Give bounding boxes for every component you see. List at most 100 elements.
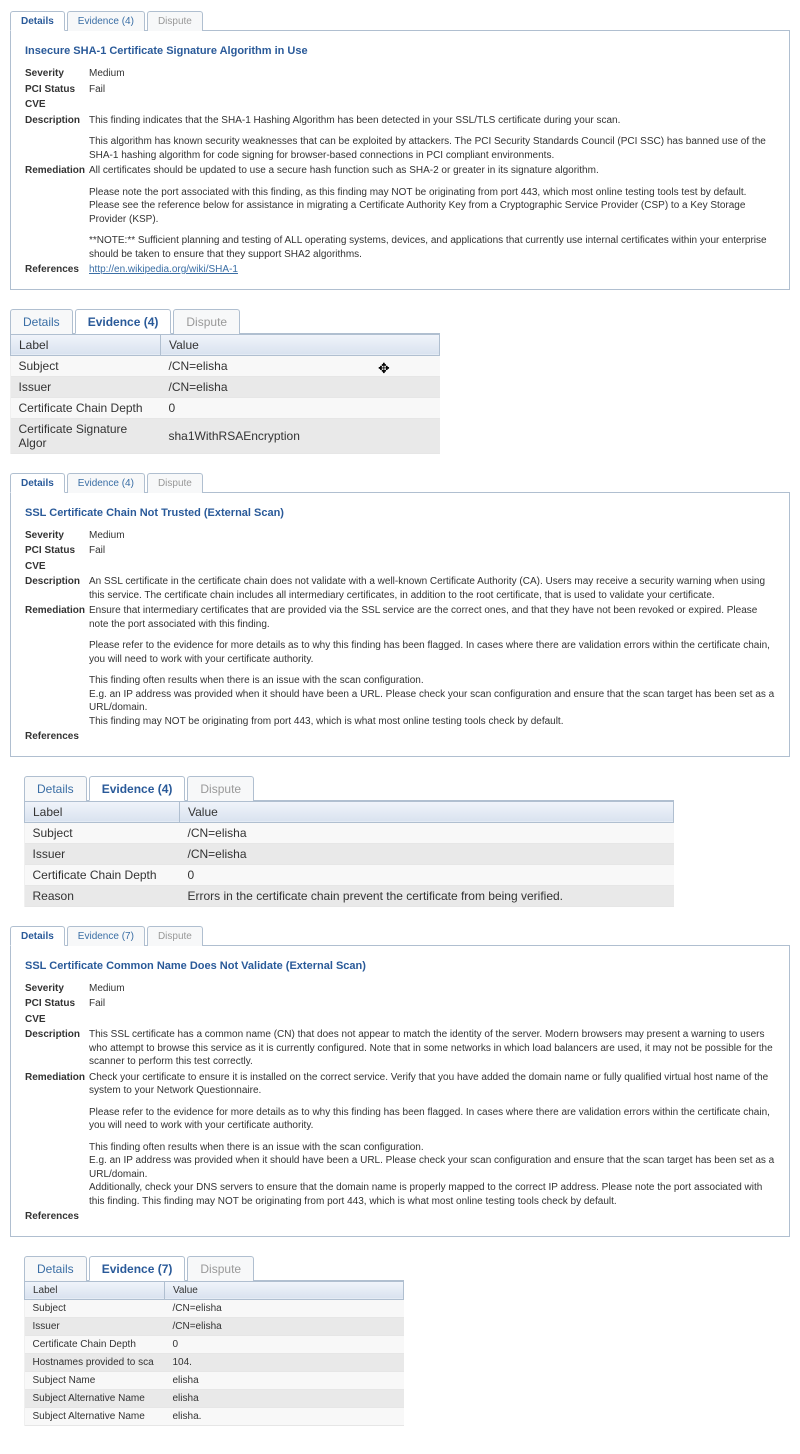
value-cve bbox=[89, 560, 775, 574]
label-remediation: Remediation bbox=[25, 604, 89, 728]
tab-details[interactable]: Details bbox=[24, 1256, 87, 1281]
table-row: Subject Alternative Nameelisha. bbox=[25, 1407, 404, 1425]
value-severity: Medium bbox=[89, 67, 775, 81]
tab-dispute[interactable]: Dispute bbox=[187, 1256, 254, 1281]
label-remediation: Remediation bbox=[25, 164, 89, 261]
table-row: ReasonErrors in the certificate chain pr… bbox=[25, 885, 674, 906]
table-row: Certificate Signature Algorsha1WithRSAEn… bbox=[11, 418, 440, 453]
tab-details[interactable]: Details bbox=[10, 11, 65, 31]
table-row: Certificate Chain Depth0 bbox=[25, 864, 674, 885]
label-remediation: Remediation bbox=[25, 1071, 89, 1209]
tab-details[interactable]: Details bbox=[10, 309, 73, 334]
label-pci-status: PCI Status bbox=[25, 997, 89, 1011]
table-row: Issuer/CN=elisha bbox=[25, 843, 674, 864]
value-description: This SSL certificate has a common name (… bbox=[89, 1028, 775, 1069]
tab-evidence[interactable]: Evidence (7) bbox=[89, 1256, 186, 1281]
value-description: This finding indicates that the SHA-1 Ha… bbox=[89, 114, 775, 163]
tab-dispute[interactable]: Dispute bbox=[173, 309, 240, 334]
table-row: Subject/CN=elisha bbox=[25, 1299, 404, 1317]
col-label: Label bbox=[25, 801, 180, 822]
value-references: http://en.wikipedia.org/wiki/SHA-1 bbox=[89, 263, 775, 277]
label-references: References bbox=[25, 730, 89, 744]
tabs-evidence-2: Details Evidence (4) Dispute bbox=[24, 775, 674, 801]
finding-panel-2: Details Evidence (4) Dispute SSL Certifi… bbox=[10, 472, 790, 757]
label-references: References bbox=[25, 263, 89, 277]
col-label: Label bbox=[25, 1281, 165, 1299]
value-remediation: Check your certificate to ensure it is i… bbox=[89, 1071, 775, 1209]
value-remediation: Ensure that intermediary certificates th… bbox=[89, 604, 775, 728]
label-pci-status: PCI Status bbox=[25, 83, 89, 97]
table-row: Subject/CN=elisha bbox=[25, 822, 674, 843]
evidence-panel-1: Details Evidence (4) Dispute Label Value… bbox=[10, 308, 440, 454]
value-severity: Medium bbox=[89, 529, 775, 543]
table-row: Subject/CN=elisha bbox=[11, 355, 440, 376]
table-row: Subject Nameelisha bbox=[25, 1371, 404, 1389]
tab-details[interactable]: Details bbox=[24, 776, 87, 801]
tab-details[interactable]: Details bbox=[10, 473, 65, 493]
label-cve: CVE bbox=[25, 1013, 89, 1027]
value-pci-status: Fail bbox=[89, 997, 775, 1011]
tab-evidence[interactable]: Evidence (4) bbox=[67, 473, 145, 493]
table-row: Hostnames provided to sca104. bbox=[25, 1353, 404, 1371]
finding-panel-3: Details Evidence (7) Dispute SSL Certifi… bbox=[10, 925, 790, 1237]
col-value: Value bbox=[180, 801, 674, 822]
evidence-body-2: Label Value Subject/CN=elisha Issuer/CN=… bbox=[24, 801, 674, 907]
finding-title: SSL Certificate Chain Not Trusted (Exter… bbox=[25, 507, 775, 519]
tab-dispute[interactable]: Dispute bbox=[147, 926, 203, 946]
tab-dispute[interactable]: Dispute bbox=[147, 473, 203, 493]
col-value: Value bbox=[165, 1281, 404, 1299]
value-description: An SSL certificate in the certificate ch… bbox=[89, 575, 775, 602]
value-pci-status: Fail bbox=[89, 544, 775, 558]
table-row: Subject Alternative Nameelisha bbox=[25, 1389, 404, 1407]
table-row: Issuer/CN=elisha bbox=[11, 376, 440, 397]
value-cve bbox=[89, 98, 775, 112]
tab-dispute[interactable]: Dispute bbox=[147, 11, 203, 31]
tab-dispute[interactable]: Dispute bbox=[187, 776, 254, 801]
value-severity: Medium bbox=[89, 982, 775, 996]
evidence-table: Label Value Subject/CN=elisha Issuer/CN=… bbox=[10, 334, 440, 454]
label-references: References bbox=[25, 1210, 89, 1224]
value-remediation: All certificates should be updated to us… bbox=[89, 164, 775, 261]
label-pci-status: PCI Status bbox=[25, 544, 89, 558]
col-value: Value bbox=[161, 334, 440, 355]
value-references bbox=[89, 730, 775, 744]
tabs-evidence-3: Details Evidence (7) Dispute bbox=[24, 1255, 404, 1281]
tab-evidence[interactable]: Evidence (4) bbox=[75, 309, 172, 334]
tabs-3: Details Evidence (7) Dispute bbox=[10, 925, 790, 946]
label-cve: CVE bbox=[25, 98, 89, 112]
value-references bbox=[89, 1210, 775, 1224]
label-severity: Severity bbox=[25, 529, 89, 543]
col-label: Label bbox=[11, 334, 161, 355]
table-row: Certificate Chain Depth0 bbox=[25, 1335, 404, 1353]
evidence-table: Label Value Subject/CN=elisha Issuer/CN=… bbox=[24, 801, 674, 907]
tab-evidence[interactable]: Evidence (4) bbox=[67, 11, 145, 31]
tab-evidence[interactable]: Evidence (7) bbox=[67, 926, 145, 946]
tab-details[interactable]: Details bbox=[10, 926, 65, 946]
finding-title: SSL Certificate Common Name Does Not Val… bbox=[25, 960, 775, 972]
evidence-panel-2: Details Evidence (4) Dispute Label Value… bbox=[24, 775, 674, 907]
details-body-1: Insecure SHA-1 Certificate Signature Alg… bbox=[10, 31, 790, 290]
evidence-body-3: Label Value Subject/CN=elisha Issuer/CN=… bbox=[24, 1281, 404, 1426]
evidence-table: Label Value Subject/CN=elisha Issuer/CN=… bbox=[24, 1281, 404, 1426]
value-cve bbox=[89, 1013, 775, 1027]
details-body-3: SSL Certificate Common Name Does Not Val… bbox=[10, 946, 790, 1237]
value-pci-status: Fail bbox=[89, 83, 775, 97]
tabs-2: Details Evidence (4) Dispute bbox=[10, 472, 790, 493]
finding-panel-1: Details Evidence (4) Dispute Insecure SH… bbox=[10, 10, 790, 290]
tabs-evidence-1: Details Evidence (4) Dispute bbox=[10, 308, 440, 334]
reference-link[interactable]: http://en.wikipedia.org/wiki/SHA-1 bbox=[89, 264, 238, 275]
table-row: Certificate Chain Depth0 bbox=[11, 397, 440, 418]
label-description: Description bbox=[25, 114, 89, 163]
evidence-panel-3: Details Evidence (7) Dispute Label Value… bbox=[24, 1255, 404, 1426]
label-severity: Severity bbox=[25, 982, 89, 996]
details-body-2: SSL Certificate Chain Not Trusted (Exter… bbox=[10, 493, 790, 757]
evidence-body-1: Label Value Subject/CN=elisha Issuer/CN=… bbox=[10, 334, 440, 454]
label-description: Description bbox=[25, 575, 89, 602]
tab-evidence[interactable]: Evidence (4) bbox=[89, 776, 186, 801]
table-row: Issuer/CN=elisha bbox=[25, 1317, 404, 1335]
label-severity: Severity bbox=[25, 67, 89, 81]
label-cve: CVE bbox=[25, 560, 89, 574]
finding-title: Insecure SHA-1 Certificate Signature Alg… bbox=[25, 45, 775, 57]
tabs-1: Details Evidence (4) Dispute bbox=[10, 10, 790, 31]
label-description: Description bbox=[25, 1028, 89, 1069]
